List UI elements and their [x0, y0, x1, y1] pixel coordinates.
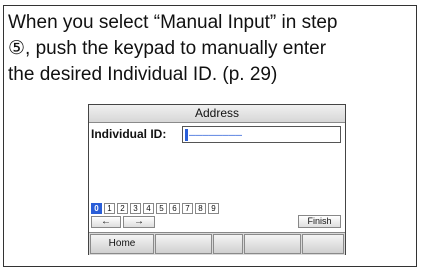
instruction-line-1: When you select “Manual Input” in step [8, 12, 338, 33]
instruction-text: When you select “Manual Input” in step ⑤… [8, 10, 418, 88]
function-key-5[interactable] [302, 234, 344, 254]
individual-id-label: Individual ID: [91, 127, 167, 141]
key-3[interactable]: 3 [130, 203, 141, 214]
screen-title: Address [89, 105, 345, 123]
finish-button[interactable]: Finish [298, 215, 341, 228]
key-8[interactable]: 8 [195, 203, 206, 214]
key-7[interactable]: 7 [182, 203, 193, 214]
key-5[interactable]: 5 [156, 203, 167, 214]
function-key-3[interactable] [213, 234, 243, 254]
individual-id-value: –––––––– [189, 128, 242, 141]
function-key-2[interactable] [155, 234, 212, 254]
left-arrow-button[interactable]: ← [91, 216, 121, 228]
key-2[interactable]: 2 [117, 203, 128, 214]
text-cursor [185, 129, 188, 141]
radio-screen: Address Individual ID: –––––––– 0 1 2 3 … [88, 104, 346, 255]
key-0[interactable]: 0 [91, 203, 102, 214]
function-key-bar: Home [89, 232, 345, 255]
individual-id-field[interactable]: –––––––– [182, 126, 341, 143]
key-1[interactable]: 1 [104, 203, 115, 214]
key-4[interactable]: 4 [143, 203, 154, 214]
home-button[interactable]: Home [90, 234, 154, 254]
instruction-line-3: the desired Individual ID. (p. 29) [8, 64, 278, 85]
instruction-line-2: ⑤, push the keypad to manually enter [8, 38, 327, 59]
key-6[interactable]: 6 [169, 203, 180, 214]
key-9[interactable]: 9 [208, 203, 219, 214]
function-key-4[interactable] [244, 234, 301, 254]
numeric-keypad: 0 1 2 3 4 5 6 7 8 9 [91, 203, 219, 214]
right-arrow-button[interactable]: → [123, 216, 155, 228]
